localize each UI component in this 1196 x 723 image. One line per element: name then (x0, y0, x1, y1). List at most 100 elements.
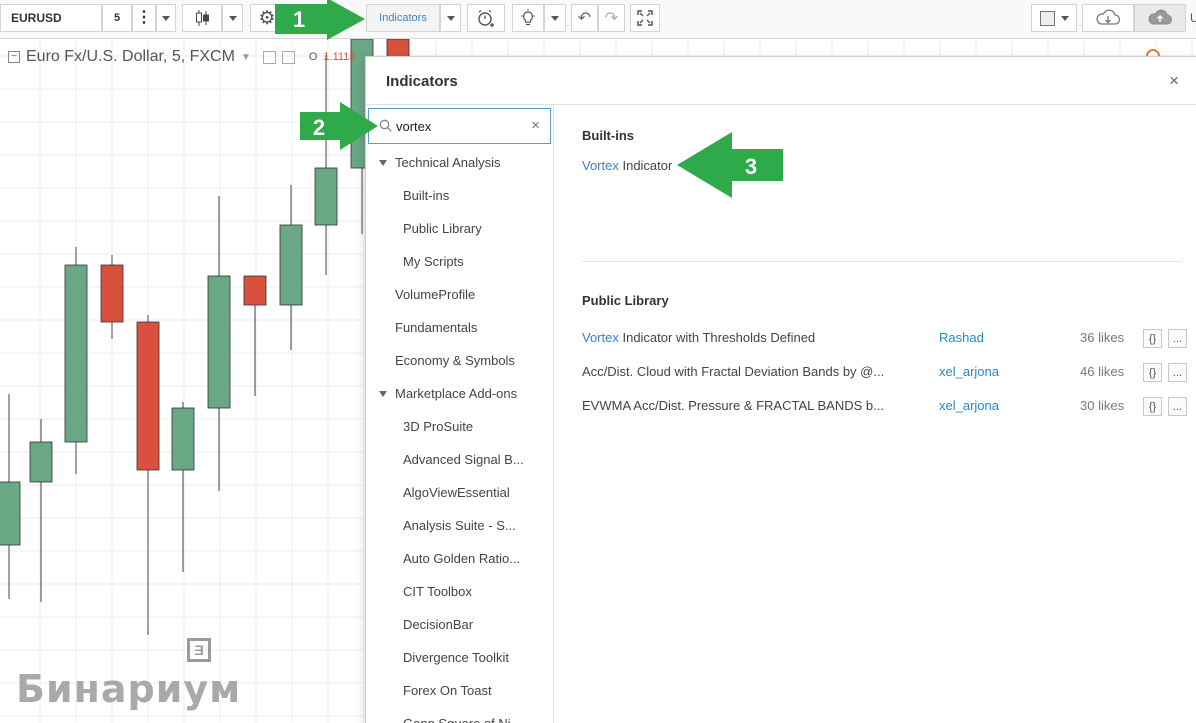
category-label: Marketplace Add-ons (395, 386, 518, 401)
search-input[interactable] (396, 116, 526, 136)
ohlc-open-label: O (308, 51, 318, 63)
category-label: Forex On Toast (403, 683, 492, 698)
candle-body (0, 481, 21, 546)
category-label: 3D ProSuite (403, 419, 474, 434)
add-alert-button[interactable] (467, 4, 505, 32)
collapse-icon[interactable]: − (8, 51, 20, 63)
ideas-button[interactable] (512, 4, 544, 32)
library-indicator-item[interactable]: Vortex Indicator with Thresholds Defined (582, 330, 815, 345)
likes-count: 30 likes (1080, 398, 1125, 413)
category-label: Divergence Toolkit (403, 650, 509, 665)
author-link[interactable]: xel_arjona (939, 398, 999, 413)
interval-dropdown-button[interactable] (156, 4, 176, 32)
category-item[interactable]: Auto Golden Ratio... (403, 551, 520, 566)
likes-count: 46 likes (1080, 364, 1125, 379)
category-item[interactable]: Technical Analysis (379, 155, 501, 170)
arrow-shape (677, 132, 783, 198)
category-label: DecisionBar (403, 617, 474, 632)
category-item[interactable]: CIT Toolbox (403, 584, 472, 599)
chevron-down-icon (551, 15, 559, 21)
undo-button[interactable]: ↶ (571, 4, 598, 32)
chart-style-button[interactable] (182, 4, 222, 32)
indicator-name-highlight: Vortex (582, 330, 619, 345)
category-item[interactable]: Built-ins (403, 188, 449, 203)
category-label: Fundamentals (395, 320, 478, 335)
category-item[interactable]: Economy & Symbols (395, 353, 515, 368)
annotation-arrow-2: 2 (300, 102, 378, 150)
interval-menu-button[interactable]: ⋮ (132, 4, 156, 32)
category-label: AlgoViewEssential (403, 485, 510, 500)
category-label: Public Library (403, 221, 482, 236)
annotation-label-2: 2 (313, 115, 325, 140)
symbol-input[interactable]: EURUSD (0, 4, 102, 32)
chevron-down-icon (1060, 15, 1069, 21)
category-label: VolumeProfile (395, 287, 476, 302)
expand-triangle-icon[interactable] (379, 390, 387, 397)
more-button[interactable]: ... (1168, 397, 1187, 416)
library-indicator-item[interactable]: Acc/Dist. Cloud with Fractal Deviation B… (582, 364, 884, 379)
candle-body (136, 321, 160, 471)
category-item[interactable]: Divergence Toolkit (403, 650, 509, 665)
more-button[interactable]: ... (1168, 329, 1187, 348)
section-divider (582, 261, 1182, 262)
indicator-name-rest: Indicator (618, 158, 673, 173)
source-code-button[interactable]: {} (1143, 363, 1162, 382)
category-item[interactable]: 3D ProSuite (403, 419, 473, 434)
expand-triangle-icon[interactable] (379, 159, 387, 166)
legend-close-icon[interactable] (281, 50, 295, 64)
builtin-indicator-item[interactable]: Vortex Indicator (582, 158, 672, 173)
candles-icon (196, 10, 209, 26)
indicators-dropdown[interactable] (440, 4, 461, 32)
annotation-arrow-3: 3 (677, 132, 783, 198)
ideas-dropdown[interactable] (544, 4, 566, 32)
category-item[interactable]: Marketplace Add-ons (379, 386, 517, 401)
more-button[interactable]: ... (1168, 363, 1187, 382)
indicator-name-rest: Acc/Dist. Cloud with Fractal Deviation B… (582, 364, 885, 379)
fullscreen-button[interactable] (630, 4, 660, 32)
save-layout-button[interactable] (1134, 4, 1186, 32)
annotation-label-3: 3 (745, 154, 757, 179)
cloud-download-icon (1096, 9, 1121, 25)
category-item[interactable]: Advanced Signal B... (403, 452, 524, 467)
layout-button[interactable] (1031, 4, 1077, 32)
binarium-logo-icon: Ǝ (187, 638, 211, 662)
annotation-arrow-1: 1 (275, 0, 365, 40)
category-item[interactable]: VolumeProfile (395, 287, 475, 302)
dialog-title: Indicators (386, 73, 458, 90)
results-pane: Built-ins Vortex Indicator Public Librar… (554, 105, 1196, 723)
ohlc-open-value: 1.1113 (323, 51, 356, 63)
vertical-dots-icon: ⋮ (136, 9, 152, 26)
legend-title: Euro Fx/U.S. Dollar, 5, FXCM (26, 48, 235, 65)
legend-dropdown-icon[interactable]: ▼ (241, 52, 251, 63)
chevron-down-icon (446, 15, 455, 21)
category-item[interactable]: Public Library (403, 221, 482, 236)
source-code-button[interactable]: {} (1143, 329, 1162, 348)
author-link[interactable]: Rashad (939, 330, 984, 345)
watermark-text: Бинариум (16, 667, 242, 711)
fullscreen-icon (637, 10, 653, 26)
chevron-down-icon (162, 15, 170, 21)
category-item[interactable]: Fundamentals (395, 320, 477, 335)
close-icon[interactable]: × (1169, 71, 1179, 91)
interval-button[interactable]: 5 (102, 4, 132, 32)
category-item[interactable]: My Scripts (403, 254, 464, 269)
legend-settings-icon[interactable] (262, 50, 276, 64)
search-box[interactable]: × (368, 108, 551, 144)
annotation-label-1: 1 (293, 7, 305, 32)
category-item[interactable]: Analysis Suite - S... (403, 518, 516, 533)
candle-body (171, 407, 195, 471)
load-layout-button[interactable] (1082, 4, 1134, 32)
chart-style-dropdown[interactable] (222, 4, 243, 32)
indicators-button[interactable]: Indicators (366, 4, 440, 32)
chevron-down-icon (228, 15, 237, 21)
author-link[interactable]: xel_arjona (939, 364, 999, 379)
chart-legend: − Euro Fx/U.S. Dollar, 5, FXCM ▼ O 1.111… (8, 48, 355, 66)
source-code-button[interactable]: {} (1143, 397, 1162, 416)
category-item[interactable]: AlgoViewEssential (403, 485, 510, 500)
library-indicator-item[interactable]: EVWMA Acc/Dist. Pressure & FRACTAL BANDS… (582, 398, 884, 413)
category-item[interactable]: DecisionBar (403, 617, 473, 632)
category-item[interactable]: Forex On Toast (403, 683, 492, 698)
interval-label: 5 (113, 12, 121, 24)
redo-button[interactable]: ↷ (598, 4, 625, 32)
clear-search-icon[interactable]: × (531, 117, 540, 134)
